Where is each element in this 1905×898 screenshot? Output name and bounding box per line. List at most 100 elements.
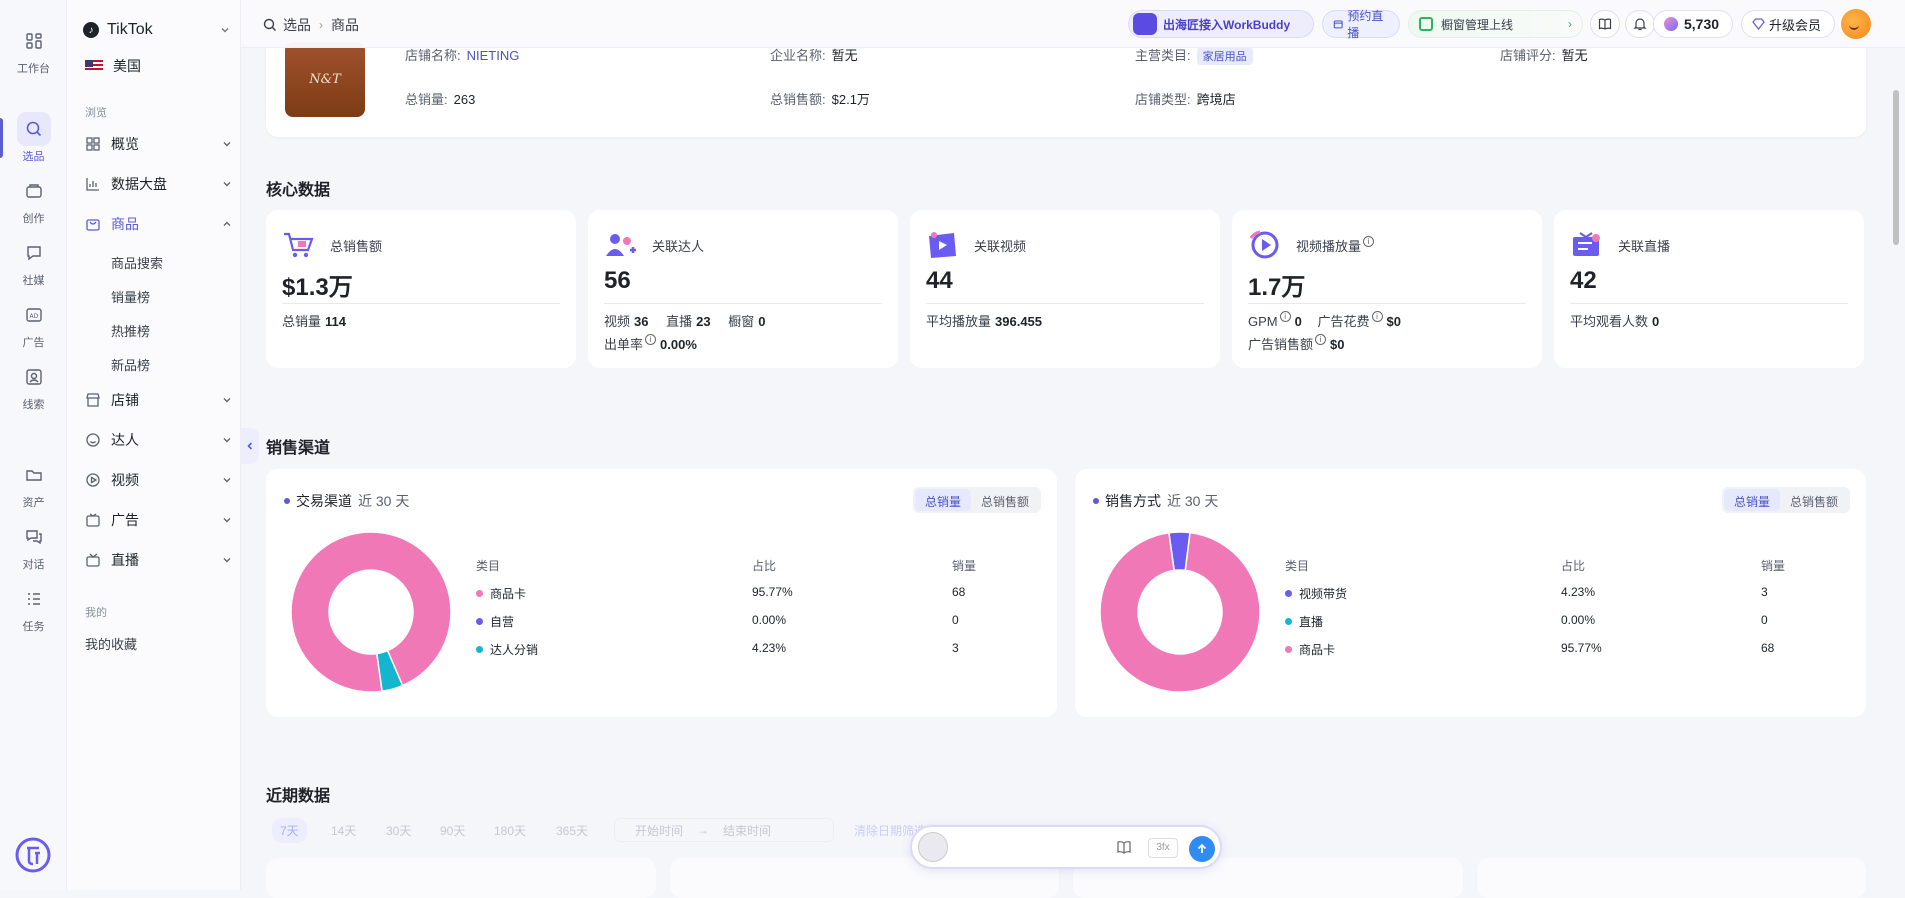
- range-365d[interactable]: 365天: [556, 818, 588, 842]
- rail-label: 资产: [22, 497, 45, 509]
- nav-item-overview[interactable]: 概览: [85, 128, 233, 160]
- nav-item-stores[interactable]: 店铺: [85, 384, 233, 416]
- metric-value: 56: [604, 267, 631, 294]
- search-icon: [26, 121, 41, 137]
- rail-item-create[interactable]: 创作: [0, 172, 67, 228]
- creators-icon: [606, 234, 636, 256]
- rail-item-ads[interactable]: AD 广告: [0, 296, 67, 352]
- range-30d[interactable]: 30天: [386, 818, 411, 842]
- nav-sub-hot-rank[interactable]: 热推榜: [111, 321, 150, 340]
- metric-sub: 平均观看人数 0: [1570, 314, 1660, 329]
- nav-item-creators[interactable]: 达人: [85, 424, 233, 456]
- page-scrollbar[interactable]: [1893, 90, 1899, 245]
- book-icon[interactable]: [1116, 839, 1132, 855]
- metric-value: 42: [1570, 267, 1597, 294]
- nav-item-favorites[interactable]: 我的收藏: [85, 634, 137, 653]
- range-14d[interactable]: 14天: [331, 818, 356, 842]
- nav-item-ads[interactable]: 广告: [85, 504, 233, 536]
- rail-label: 线索: [22, 399, 45, 411]
- rail-item-tasks[interactable]: 任务: [0, 580, 67, 636]
- date-range-input[interactable]: 开始时间 → 结束时间: [614, 818, 834, 842]
- info-icon[interactable]: i: [1371, 311, 1383, 322]
- us-flag-icon: [85, 60, 103, 72]
- toggle-total-gmv[interactable]: 总销售额: [1780, 489, 1848, 511]
- nav-item-label: 达人: [111, 432, 139, 448]
- metric-sub: GPM i 0 广告花费 i $0: [1248, 311, 1401, 329]
- mode-toggle[interactable]: 3fx: [1148, 838, 1178, 858]
- create-icon: [25, 184, 42, 198]
- rail-item-selection[interactable]: 选品: [0, 110, 67, 166]
- play-views-icon: [1249, 230, 1279, 259]
- rail-item-assets[interactable]: 资产: [0, 456, 67, 512]
- toggle-total-gmv[interactable]: 总销售额: [971, 489, 1039, 511]
- send-button[interactable]: [1189, 836, 1215, 862]
- chart-icon: [86, 178, 99, 191]
- metric-card-live: 关联直播 42 平均观看人数 0: [1554, 210, 1864, 368]
- toggle-total-sales[interactable]: 总销量: [914, 489, 971, 511]
- docs-button[interactable]: [1590, 10, 1620, 38]
- window-mgmt-banner[interactable]: 橱窗管理上线 ›: [1408, 10, 1583, 38]
- metric-label: 总销售额: [330, 239, 383, 254]
- nav-item-dashboard[interactable]: 数据大盘: [85, 168, 233, 200]
- info-icon[interactable]: i: [1315, 334, 1327, 345]
- rail-item-leads[interactable]: 线索: [0, 358, 67, 414]
- breadcrumb: 选品 › 商品: [263, 15, 359, 35]
- calendar-icon: [1333, 20, 1343, 29]
- platform-label: TikTok: [107, 21, 153, 38]
- nav-sub-sales-rank[interactable]: 销量榜: [111, 287, 150, 306]
- tiktok-icon: ♪: [83, 22, 99, 38]
- rail-label: 社媒: [22, 275, 45, 287]
- nav-item-products[interactable]: 商品: [85, 208, 233, 240]
- avatar[interactable]: [1841, 9, 1871, 39]
- donut-chart: [1099, 531, 1261, 693]
- video-icon: [929, 232, 956, 258]
- nav-item-videos[interactable]: 视频: [85, 464, 233, 496]
- store-name-link[interactable]: NIETING: [467, 48, 520, 63]
- rail-item-workbench[interactable]: 工作台: [0, 22, 67, 78]
- metric-sub: 广告销售额 i $0: [1248, 334, 1345, 352]
- coin-icon: [1664, 17, 1678, 31]
- brand-logo-icon[interactable]: [15, 837, 51, 873]
- chevron-down-icon: [223, 142, 231, 147]
- range-90d[interactable]: 90天: [440, 818, 465, 842]
- info-icon[interactable]: i: [645, 334, 657, 345]
- metric-value: 44: [926, 267, 953, 294]
- nav-item-live[interactable]: 直播: [85, 544, 233, 576]
- upgrade-vip-button[interactable]: 升级会员: [1741, 10, 1835, 38]
- region-select[interactable]: 美国: [85, 56, 141, 76]
- chevron-down-icon: [223, 478, 231, 483]
- nav-sub-new-rank[interactable]: 新品榜: [111, 355, 150, 374]
- nav-item-label: 直播: [111, 552, 139, 568]
- range-7d[interactable]: 7天: [272, 817, 307, 843]
- toggle-total-sales[interactable]: 总销量: [1723, 489, 1780, 511]
- dialog-icon: [25, 530, 42, 545]
- workbuddy-banner[interactable]: 出海匠接入WorkBuddy: [1128, 10, 1314, 38]
- chevron-left-icon: [247, 442, 253, 450]
- sidebar-collapse-button[interactable]: [241, 428, 259, 464]
- rail-item-dialog[interactable]: 对话: [0, 518, 67, 574]
- platform-select[interactable]: ♪ TikTok: [83, 15, 231, 45]
- workbuddy-icon: [1133, 13, 1157, 35]
- notification-button[interactable]: [1625, 10, 1655, 38]
- tv-icon: [86, 513, 100, 527]
- rail-item-social[interactable]: 社媒: [0, 234, 67, 290]
- nav-section-browse: 浏览: [85, 107, 107, 119]
- cart-icon: [284, 232, 314, 258]
- nav-sub-product-search[interactable]: 商品搜索: [111, 253, 163, 272]
- info-icon[interactable]: i: [1363, 236, 1375, 247]
- rail-label: 对话: [22, 559, 45, 571]
- svg-text:AD: AD: [29, 313, 38, 320]
- donut-chart: [290, 531, 452, 693]
- recent-data-title: 近期数据: [266, 788, 331, 805]
- window-icon: [1419, 17, 1433, 31]
- donut-slice[interactable]: [290, 531, 452, 693]
- info-icon[interactable]: i: [1279, 311, 1291, 322]
- table-row: 商品卡 95.77% 68: [1285, 641, 1855, 669]
- range-180d[interactable]: 180天: [494, 818, 526, 842]
- coin-balance[interactable]: 5,730: [1653, 10, 1733, 38]
- store-logo: N&T: [285, 42, 365, 117]
- schedule-live-button[interactable]: 预约直播: [1322, 9, 1400, 40]
- ai-chat-bar[interactable]: 3fx: [910, 825, 1222, 869]
- breadcrumb-item[interactable]: 选品: [283, 15, 311, 35]
- book-icon: [1598, 18, 1612, 30]
